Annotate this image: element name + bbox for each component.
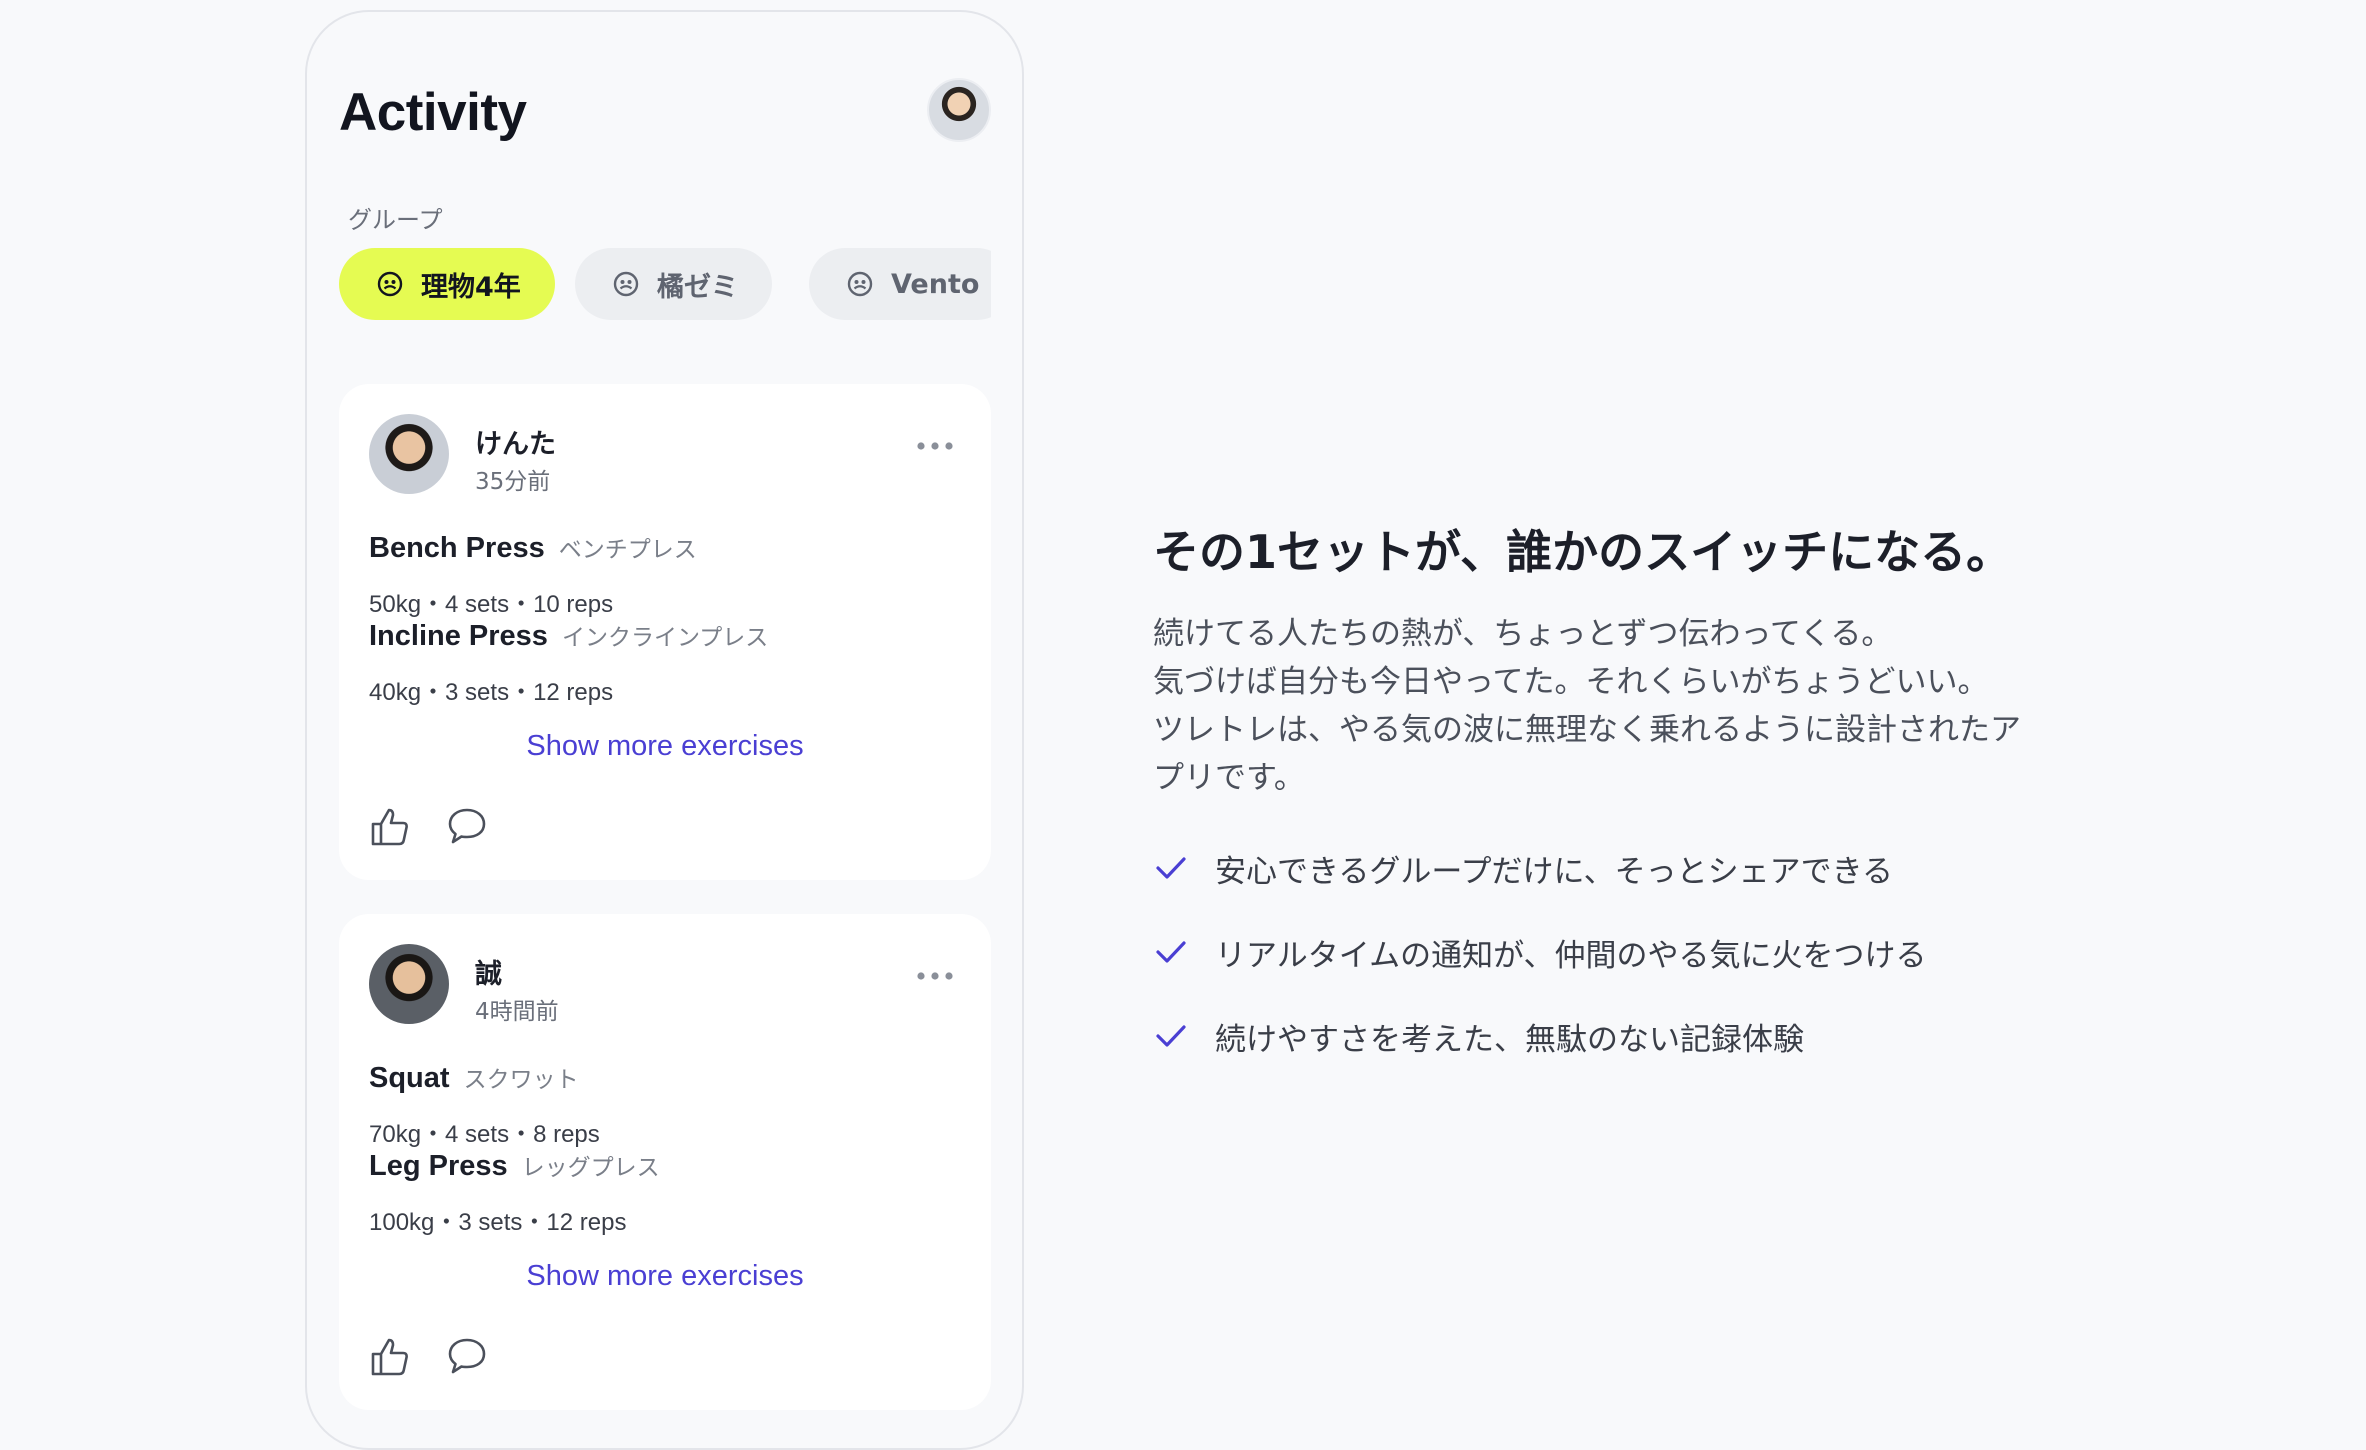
activity-card: 誠 4時間前 Squat スクワット 70kg・4 sets・8 reps Leg…: [339, 914, 991, 1410]
exercise-name-ja: レッグプレス: [521, 1155, 660, 1181]
exercise-name: Incline Press インクラインプレス: [369, 620, 769, 652]
group-chip-vento[interactable]: Vento: [809, 248, 991, 320]
group-icon: [613, 271, 639, 297]
promo-body-line: 気づけば自分も今日やってた。それくらいがちょうどいい。: [1153, 664, 1989, 700]
like-icon[interactable]: [369, 804, 413, 848]
group-chip-label: 理物4年: [421, 271, 521, 303]
group-chip-label: 橘ゼミ: [657, 271, 738, 303]
phone-mockup: Activity グループ 理物4年 橘ゼミ Vento けんた 35分前 Be…: [305, 10, 1024, 1450]
comment-icon[interactable]: [445, 1334, 489, 1378]
post-time: 4時間前: [475, 999, 559, 1025]
promo-body-line: 続けてる人たちの熱が、ちょっとずつ伝わってくる。: [1153, 616, 1893, 652]
group-chip-tachibana[interactable]: 橘ゼミ: [575, 248, 772, 320]
profile-avatar[interactable]: [927, 78, 991, 142]
exercise-detail: 100kg・3 sets・12 reps: [369, 1209, 627, 1236]
group-chips: 理物4年 橘ゼミ Vento: [339, 248, 991, 320]
comment-icon[interactable]: [445, 804, 489, 848]
exercise-name: Squat スクワット: [369, 1062, 579, 1094]
exercise-name: Bench Press ベンチプレス: [369, 532, 697, 564]
feature-text: リアルタイムの通知が、仲間のやる気に火をつける: [1215, 937, 1927, 974]
check-icon: [1156, 941, 1186, 963]
user-name[interactable]: けんた: [475, 422, 556, 461]
promo-headline: その1セットが、誰かのスイッチになる。: [1153, 525, 2013, 579]
feature-text: 続けやすさを考えた、無駄のない記録体験: [1215, 1021, 1804, 1058]
check-icon: [1156, 1025, 1186, 1047]
more-options-icon[interactable]: [915, 440, 955, 452]
exercise-detail: 70kg・4 sets・8 reps: [369, 1121, 600, 1148]
feature-item: リアルタイムの通知が、仲間のやる気に火をつける: [1153, 930, 1926, 974]
feature-text: 安心できるグループだけに、そっとシェアできる: [1215, 853, 1893, 890]
more-options-icon[interactable]: [915, 970, 955, 982]
group-chip-rika4[interactable]: 理物4年: [339, 248, 555, 320]
exercise-detail: 40kg・3 sets・12 reps: [369, 679, 614, 706]
show-more-exercises-link[interactable]: Show more exercises: [339, 730, 991, 763]
promo-body-line: プリです。: [1153, 760, 1305, 796]
group-chip-label: Vento: [891, 268, 980, 300]
activity-screen: Activity グループ 理物4年 橘ゼミ Vento けんた 35分前 Be…: [339, 12, 991, 1448]
exercise-name-ja: スクワット: [463, 1067, 579, 1093]
show-more-exercises-link[interactable]: Show more exercises: [339, 1260, 991, 1293]
exercise-detail: 50kg・4 sets・10 reps: [369, 591, 614, 618]
group-icon: [847, 271, 873, 297]
post-time: 35分前: [475, 469, 551, 495]
exercise-name-ja: ベンチプレス: [558, 537, 697, 563]
page-title: Activity: [339, 83, 527, 142]
like-icon[interactable]: [369, 1334, 413, 1378]
group-icon: [377, 271, 403, 297]
exercise-name: Leg Press レッグプレス: [369, 1150, 660, 1182]
group-section-label: グループ: [348, 206, 443, 234]
user-avatar[interactable]: [369, 414, 449, 494]
check-icon: [1156, 857, 1186, 879]
activity-card: けんた 35分前 Bench Press ベンチプレス 50kg・4 sets・1…: [339, 384, 991, 880]
feature-item: 安心できるグループだけに、そっとシェアできる: [1153, 846, 1893, 890]
promo-body-line: ツレトレは、やる気の波に無理なく乗れるように設計されたア: [1153, 712, 2021, 748]
feature-item: 続けやすさを考えた、無駄のない記録体験: [1153, 1014, 1804, 1058]
user-avatar[interactable]: [369, 944, 449, 1024]
user-name[interactable]: 誠: [475, 952, 502, 991]
promo-body: 続けてる人たちの熱が、ちょっとずつ伝わってくる。 気づけば自分も今日やってた。そ…: [1153, 610, 2053, 802]
exercise-name-ja: インクラインプレス: [561, 625, 769, 651]
